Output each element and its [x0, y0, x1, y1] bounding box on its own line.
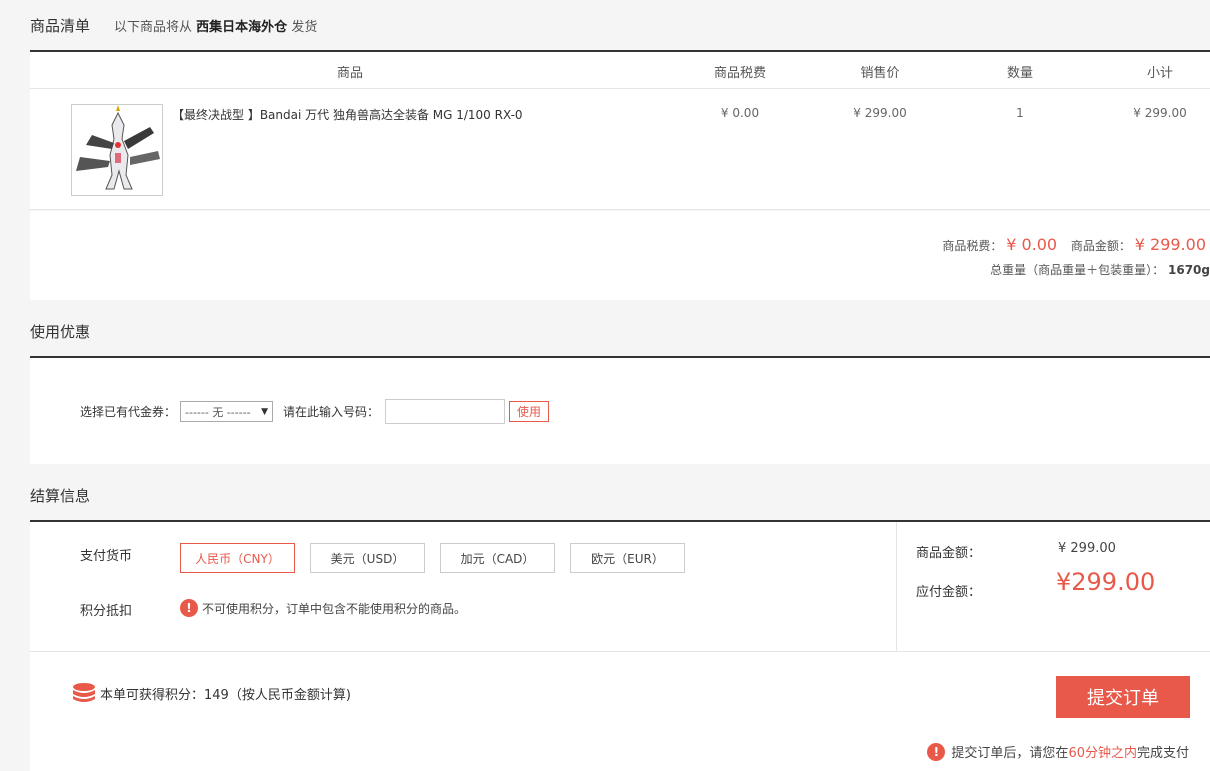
currency-cad-button[interactable]: 加元（CAD）	[440, 543, 555, 573]
goods-amount-value: ¥ 299.00	[1058, 541, 1116, 556]
goods-amount-label: 商品金额：	[916, 546, 982, 561]
payable-value: ¥299.00	[1056, 568, 1156, 596]
goods-section-header: 商品清单 以下商品将从 西集日本海外仓 发货	[30, 0, 1210, 52]
payment-tip: ! 提交订单后，请您在 60分钟之内 完成支付	[927, 742, 1189, 761]
points-message-text: 不可使用积分，订单中包含不能使用积分的商品。	[202, 601, 467, 616]
currency-cny-button[interactable]: 人民币（CNY）	[180, 543, 295, 573]
order-footer: 本单可获得积分：149（按人民币金额计算) 提交订单 ! 提交订单后，请您在 6…	[30, 651, 1210, 771]
earn-points-text: 本单可获得积分：149（按人民币金额计算)	[100, 687, 351, 703]
currency-label: 支付货币	[80, 549, 133, 564]
earn-points: 本单可获得积分：149（按人民币金额计算)	[72, 682, 351, 704]
coins-icon	[73, 683, 95, 702]
settle-panel: 支付货币 人民币（CNY） 美元（USD） 加元（CAD） 欧元（EUR） 积分…	[30, 522, 1210, 651]
tip-highlight: 60分钟之内	[1068, 746, 1137, 761]
coupon-section-header: 使用优惠	[30, 306, 1210, 358]
summary-amount-label: 商品金额：	[1070, 239, 1131, 253]
item-price: ¥ 299.00	[853, 106, 907, 120]
col-tax: 商品税费	[713, 66, 766, 81]
shipping-note: 以下商品将从 西集日本海外仓 发货	[114, 16, 317, 35]
weight-label: 总重量（商品重量＋包装重量）：	[990, 263, 1165, 277]
product-name-link[interactable]: 【最终决战型 】Bandai 万代 独角兽高达全装备 MG 1/100 RX-0	[172, 106, 523, 123]
summary-tax-label: 商品税费：	[942, 239, 1003, 253]
submit-order-button[interactable]: 提交订单	[1056, 676, 1190, 718]
code-input-label: 请在此输入号码：	[283, 405, 380, 419]
coupon-row: 选择已有代金券： ------ 无 ------ ▼ 请在此输入号码： 使用	[80, 399, 550, 424]
points-message: ! 不可使用积分，订单中包含不能使用积分的商品。	[180, 599, 466, 617]
item-tax: ¥ 0.00	[720, 106, 760, 120]
col-price: 销售价	[860, 66, 900, 81]
use-coupon-button[interactable]: 使用	[509, 401, 550, 422]
coupon-panel: 选择已有代金券： ------ 无 ------ ▼ 请在此输入号码： 使用	[30, 358, 1210, 464]
gundam-figure-icon	[72, 105, 162, 195]
tip-prefix: 提交订单后，请您在	[951, 746, 1069, 761]
goods-summary: 商品税费： ¥ 0.00 商品金额： ¥ 299.00 总重量（商品重量＋包装重…	[30, 211, 1210, 300]
currency-usd-button[interactable]: 美元（USD）	[310, 543, 425, 573]
ship-suffix: 发货	[291, 19, 318, 35]
item-subtotal: ¥ 299.00	[1133, 106, 1187, 120]
summary-amounts: 商品税费： ¥ 0.00 商品金额： ¥ 299.00	[942, 235, 1206, 254]
payable-label: 应付金额：	[916, 585, 982, 600]
voucher-select-label: 选择已有代金券：	[80, 405, 177, 419]
points-label: 积分抵扣	[80, 604, 133, 619]
settle-section-header: 结算信息	[30, 470, 1210, 522]
goods-section-title: 商品清单	[30, 16, 91, 35]
settle-section-title: 结算信息	[30, 486, 91, 505]
tip-suffix: 完成支付	[1136, 746, 1189, 761]
checkout-page: 商品清单 以下商品将从 西集日本海外仓 发货 商品 商品税费 销售价 数量 小计	[30, 0, 1210, 771]
warehouse-name: 西集日本海外仓	[196, 19, 288, 35]
coupon-section-title: 使用优惠	[30, 322, 91, 341]
summary-amount-value: ¥ 299.00	[1134, 235, 1206, 254]
summary-weight: 总重量（商品重量＋包装重量）： 1670g	[990, 261, 1210, 278]
weight-value: 1670g	[1168, 263, 1210, 277]
caret-down-icon: ▼	[261, 406, 269, 417]
coupon-code-input[interactable]	[385, 399, 506, 424]
col-subtotal: 小计	[1146, 66, 1173, 81]
summary-tax-value: ¥ 0.00	[1006, 235, 1058, 254]
goods-table-header: 商品 商品税费 销售价 数量 小计	[30, 52, 1210, 89]
settle-divider	[896, 522, 897, 651]
col-qty: 数量	[1006, 66, 1033, 81]
voucher-select-value: ------ 无 ------	[185, 405, 251, 419]
table-row: 【最终决战型 】Bandai 万代 独角兽高达全装备 MG 1/100 RX-0…	[30, 89, 1210, 210]
warning-icon: !	[927, 742, 946, 761]
item-qty: 1	[1016, 106, 1024, 120]
warning-icon: !	[180, 599, 198, 617]
col-product: 商品	[336, 66, 363, 81]
product-thumbnail[interactable]	[71, 104, 163, 196]
currency-eur-button[interactable]: 欧元（EUR）	[570, 543, 685, 573]
voucher-select[interactable]: ------ 无 ------ ▼	[180, 401, 274, 422]
ship-prefix: 以下商品将从	[114, 19, 193, 35]
